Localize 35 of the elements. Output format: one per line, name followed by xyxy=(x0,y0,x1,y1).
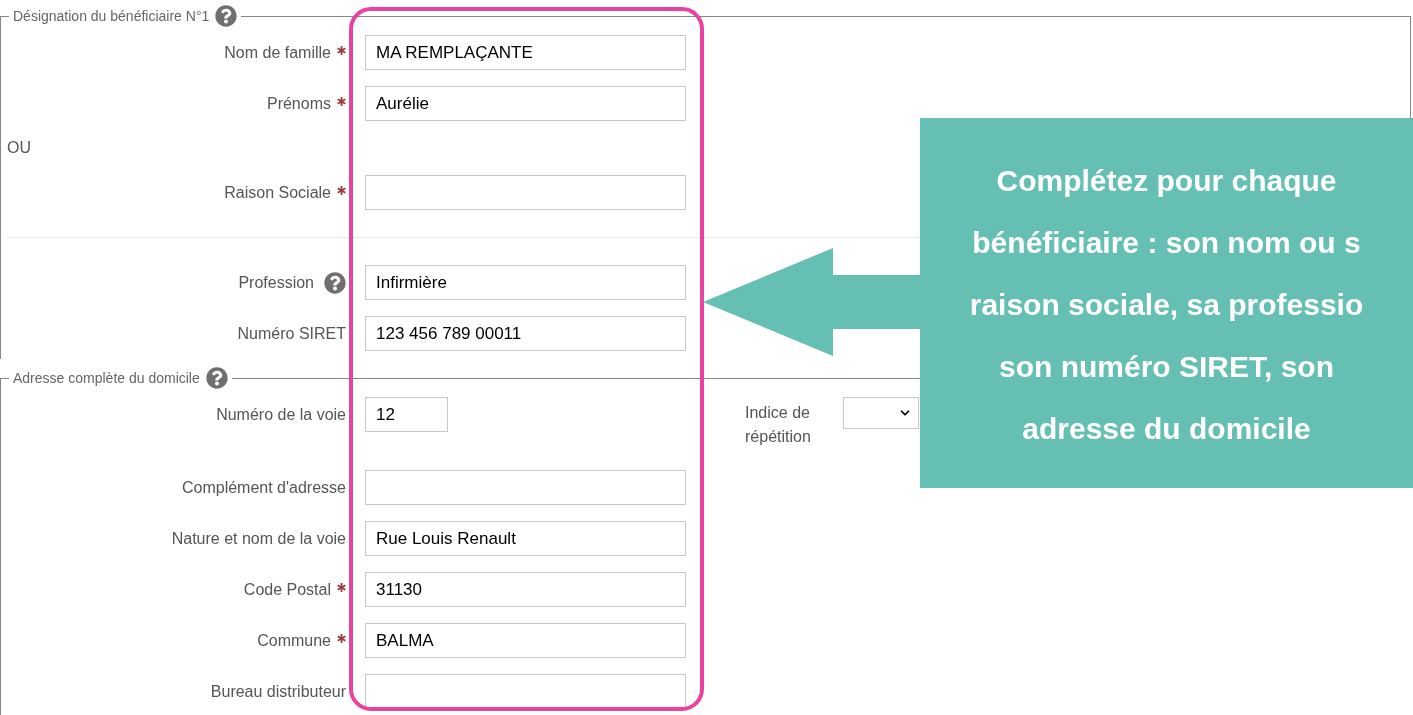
field-label: Raison Sociale xyxy=(224,182,331,203)
help-icon[interactable] xyxy=(324,271,346,294)
callout-text: bénéficiaire : son nom ou s xyxy=(972,225,1361,261)
input-field[interactable]: BALMA xyxy=(365,623,686,658)
field-label: Indice de répétition xyxy=(745,403,812,447)
or-text: OU xyxy=(7,138,31,158)
input-field[interactable]: 123 456 789 00011 xyxy=(365,316,686,351)
input-field[interactable] xyxy=(365,175,686,210)
input-field[interactable] xyxy=(365,470,686,505)
field-label: Numéro SIRET xyxy=(237,323,346,344)
select-field[interactable] xyxy=(843,397,919,429)
help-icon[interactable] xyxy=(205,367,228,389)
callout-text: raison sociale, sa professio xyxy=(969,287,1364,323)
input-field[interactable]: 31130 xyxy=(365,572,686,607)
section-legend: Désignation du bénéficiaire N°1 xyxy=(13,5,210,27)
input-field[interactable]: Rue Louis Renault xyxy=(365,521,686,556)
field-label: Prénoms xyxy=(266,93,331,114)
field-label: Numéro de la voie xyxy=(216,404,346,425)
field-label: Complément d'adresse xyxy=(181,477,346,498)
input-field[interactable] xyxy=(365,674,686,709)
section-legend: Adresse complète du domicile xyxy=(13,367,200,389)
input-field[interactable]: 12 xyxy=(365,397,448,432)
field-label: Profession xyxy=(238,272,314,293)
callout-text: adresse du domicile xyxy=(1022,411,1311,447)
callout-text: son numéro SIRET, son xyxy=(998,349,1334,385)
field-label: Nom de famille xyxy=(224,42,331,63)
input-field[interactable]: Infirmière xyxy=(365,265,686,300)
input-field[interactable]: Aurélie xyxy=(365,86,686,121)
field-label: Code Postal xyxy=(243,579,331,600)
help-icon[interactable] xyxy=(215,5,238,27)
input-field[interactable]: MA REMPLAÇANTE xyxy=(365,35,686,70)
callout-text: Complétez pour chaque xyxy=(996,163,1337,199)
field-label: Commune xyxy=(257,630,331,651)
field-label: Bureau distributeur xyxy=(210,681,346,702)
field-label: Nature et nom de la voie xyxy=(171,528,346,549)
